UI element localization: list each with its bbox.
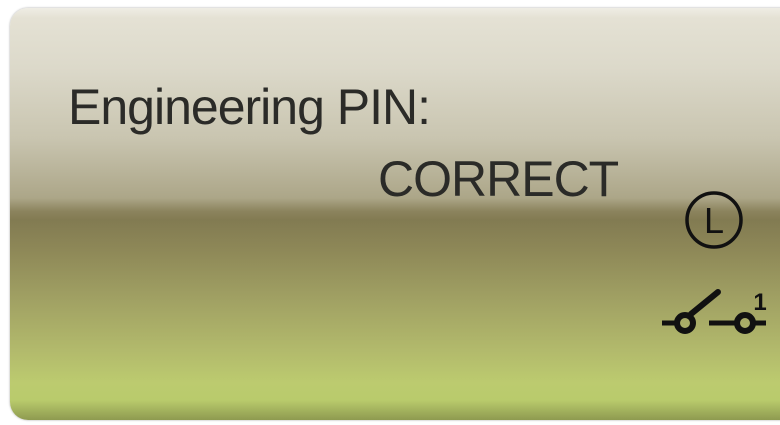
lcd-display-panel: Engineering PIN: CORRECT L 1 [10, 8, 780, 420]
circled-l-icon: L [685, 191, 743, 249]
message-line-1: Engineering PIN: [68, 79, 431, 135]
switch-indicator-number: 1 [753, 289, 766, 316]
lock-indicator-letter: L [704, 200, 724, 241]
message-line-2: CORRECT [378, 151, 619, 207]
switch-icon: 1 [662, 289, 767, 334]
